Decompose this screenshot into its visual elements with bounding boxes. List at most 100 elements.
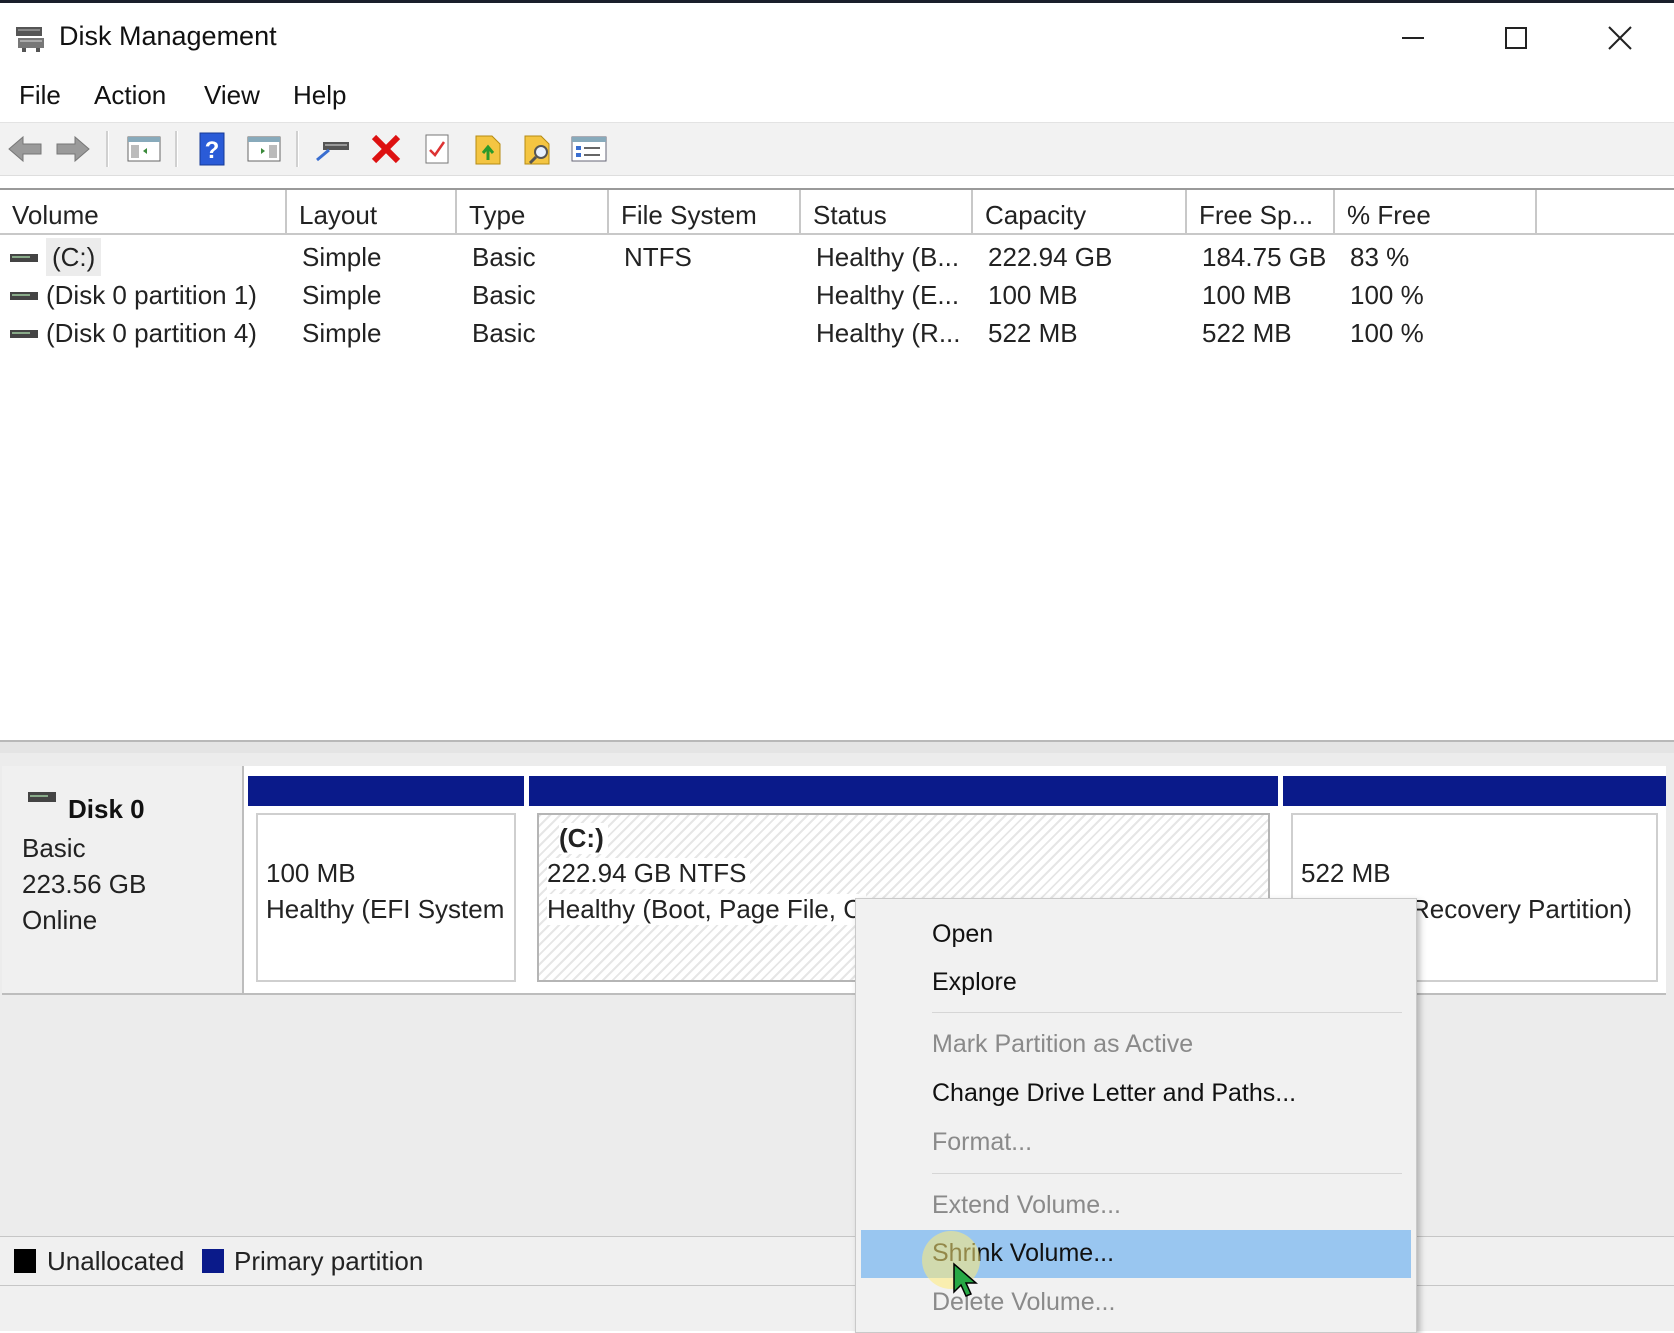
- cell-free-space: 100 MB: [1202, 280, 1292, 310]
- column-header-layout[interactable]: Layout: [287, 190, 457, 233]
- cell-type: Basic: [472, 242, 536, 272]
- cell-file-system: NTFS: [624, 242, 692, 272]
- context-menu-change-drive-letter[interactable]: Change Drive Letter and Paths...: [856, 1070, 1416, 1118]
- svg-text:?: ?: [205, 137, 220, 164]
- column-header-volume[interactable]: Volume: [0, 190, 287, 233]
- partition-status: Recovery Partition): [1411, 894, 1633, 924]
- menu-action[interactable]: Action: [94, 80, 166, 111]
- menu-item-label: Format...: [932, 1128, 1033, 1156]
- menu-separator: [932, 1012, 1402, 1013]
- partition-status: Healthy (Boot, Page File, C: [547, 894, 867, 925]
- help-icon[interactable]: ?: [193, 131, 231, 167]
- table-row[interactable]: (C:) Simple Basic NTFS Healthy (B... 222…: [0, 238, 1674, 276]
- menu-item-label: Extend Volume...: [932, 1191, 1122, 1219]
- menu-view[interactable]: View: [204, 80, 260, 111]
- primary-partition-swatch: [202, 1249, 224, 1273]
- forward-arrow-icon[interactable]: [54, 131, 92, 167]
- cell-type: Basic: [472, 280, 536, 310]
- legend-unallocated: Unallocated: [47, 1246, 185, 1276]
- context-menu-mark-active: Mark Partition as Active: [856, 1021, 1416, 1069]
- connect-disk-icon[interactable]: [314, 131, 352, 167]
- context-menu-open[interactable]: Open: [856, 911, 1416, 959]
- volume-icon: [10, 330, 38, 338]
- maximize-icon: [1505, 27, 1527, 49]
- maximize-button[interactable]: [1466, 13, 1566, 63]
- volume-list: Volume Layout Type File System Status Ca…: [0, 188, 1674, 742]
- cell-free-space: 522 MB: [1202, 318, 1292, 348]
- status-bar: [0, 1286, 1674, 1331]
- cell-capacity: 222.94 GB: [988, 242, 1113, 272]
- cell-layout: Simple: [302, 280, 382, 310]
- table-row[interactable]: (Disk 0 partition 4) Simple Basic Health…: [0, 314, 1674, 352]
- minimize-button[interactable]: [1363, 13, 1463, 63]
- toolbar-separator: [296, 131, 299, 167]
- cell-type: Basic: [472, 318, 536, 348]
- cell-percent-free: 100 %: [1350, 318, 1424, 348]
- cell-volume: (Disk 0 partition 4): [46, 318, 257, 348]
- column-header-status[interactable]: Status: [801, 190, 973, 233]
- cell-capacity: 100 MB: [988, 280, 1078, 310]
- export-list-icon[interactable]: [470, 131, 508, 167]
- context-menu-extend-volume: Extend Volume...: [856, 1182, 1416, 1230]
- menu-item-label: Mark Partition as Active: [932, 1030, 1194, 1058]
- cell-free-space: 184.75 GB: [1202, 242, 1327, 272]
- column-header-type[interactable]: Type: [457, 190, 609, 233]
- cell-volume: (C:): [46, 238, 102, 276]
- table-row[interactable]: (Disk 0 partition 1) Simple Basic Health…: [0, 276, 1674, 314]
- legend-bar: Unallocated Primary partition: [0, 1236, 1674, 1286]
- column-header-free-space[interactable]: Free Sp...: [1187, 190, 1335, 233]
- view-settings-icon[interactable]: [570, 131, 608, 167]
- primary-partition-bar: [1283, 776, 1666, 806]
- delete-icon[interactable]: [367, 131, 405, 167]
- cell-layout: Simple: [302, 318, 382, 348]
- column-header-file-system[interactable]: File System: [609, 190, 801, 233]
- primary-partition-bar: [529, 776, 1278, 806]
- title-bar: Disk Management: [0, 3, 1674, 69]
- column-header-percent-free[interactable]: % Free: [1335, 190, 1537, 233]
- toolbar: ?: [0, 122, 1674, 176]
- close-icon: [1608, 26, 1632, 50]
- back-arrow-icon[interactable]: [6, 131, 44, 167]
- show-hide-console-tree-icon[interactable]: [125, 131, 163, 167]
- toolbar-separator: [175, 131, 178, 167]
- legend-primary-partition: Primary partition: [234, 1246, 424, 1276]
- cell-percent-free: 100 %: [1350, 280, 1424, 310]
- close-button[interactable]: [1570, 13, 1670, 63]
- menu-help[interactable]: Help: [293, 80, 346, 111]
- cell-volume: (Disk 0 partition 1): [46, 280, 257, 310]
- menu-separator: [932, 1173, 1402, 1174]
- disk-size: 223.56 GB: [22, 869, 147, 899]
- minimize-icon: [1402, 37, 1424, 39]
- cell-status: Healthy (R...: [816, 318, 961, 348]
- partition-efi[interactable]: 100 MB Healthy (EFI System I: [248, 776, 524, 988]
- disk-management-app-icon: [14, 23, 48, 53]
- cell-percent-free: 83 %: [1350, 242, 1410, 272]
- column-header-capacity[interactable]: Capacity: [973, 190, 1187, 233]
- cell-status: Healthy (E...: [816, 280, 960, 310]
- context-menu-explore[interactable]: Explore: [856, 959, 1416, 1007]
- toolbar-separator: [106, 131, 109, 167]
- partition-body: 100 MB Healthy (EFI System I: [256, 813, 516, 982]
- mouse-pointer-icon: [953, 1262, 978, 1297]
- menu-bar: File Action View Help: [0, 72, 1674, 122]
- menu-file[interactable]: File: [19, 80, 61, 111]
- unallocated-swatch: [14, 1249, 36, 1273]
- cell-capacity: 522 MB: [988, 318, 1078, 348]
- volume-icon: [10, 254, 38, 262]
- disk-type: Basic: [22, 833, 86, 863]
- volume-icon: [10, 292, 38, 300]
- cell-layout: Simple: [302, 242, 382, 272]
- window-title: Disk Management: [59, 21, 277, 51]
- primary-partition-bar: [248, 776, 524, 806]
- cell-status: Healthy (B...: [816, 242, 960, 272]
- partition-status: Healthy (EFI System I: [266, 894, 516, 924]
- disk-icon: [28, 792, 56, 802]
- properties-icon[interactable]: [418, 131, 456, 167]
- show-hide-action-pane-icon[interactable]: [245, 131, 283, 167]
- disk-status: Online: [22, 905, 98, 935]
- disk-info-panel[interactable]: Disk 0 Basic 223.56 GB Online: [2, 766, 244, 995]
- find-icon[interactable]: [520, 131, 558, 167]
- partition-size: 522 MB: [1301, 858, 1391, 888]
- partition-title: (C:): [559, 823, 608, 854]
- menu-item-label: Explore: [932, 968, 1017, 996]
